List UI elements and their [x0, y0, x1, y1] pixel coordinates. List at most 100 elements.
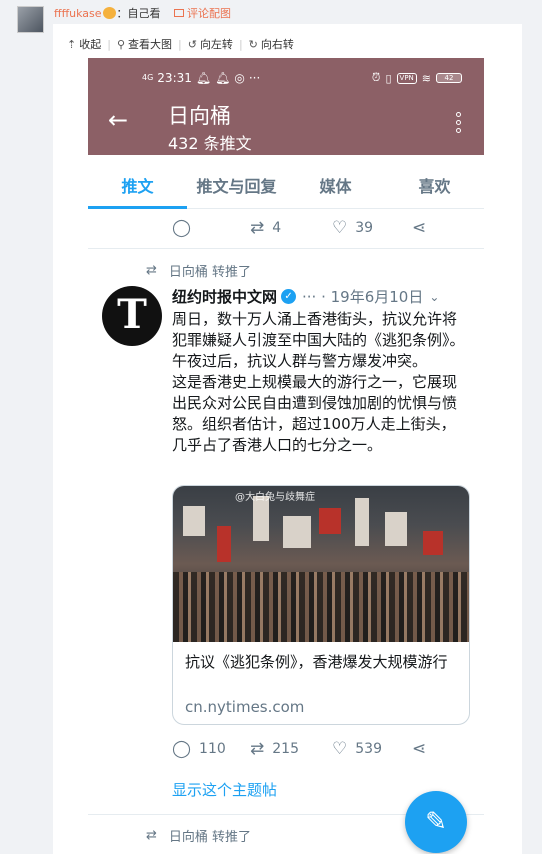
rotate-left-label: 向左转: [199, 38, 233, 51]
image-toolbar: ⇡ 收起 | ⚲ 查看大图 | ↺ 向左转 | ↻ 向右转: [67, 36, 294, 52]
rotate-left-button[interactable]: ↺ 向左转: [188, 36, 233, 52]
tweet-text: 周日，数十万人涌上香港街头，抗议允许将犯罪嫌疑人引渡至中国大陆的《逃犯条例》。午…: [172, 309, 470, 456]
rotate-right-icon: ↻: [248, 37, 258, 51]
reply-icon: ◯: [172, 218, 192, 238]
reply-count: 110: [199, 741, 226, 757]
rotate-right-button[interactable]: ↻ 向右转: [249, 36, 294, 52]
retweet-button[interactable]: ⇄ 4: [250, 218, 332, 238]
collapse-label: 收起: [79, 38, 102, 51]
heart-icon: ♡: [332, 218, 348, 238]
magnifier-icon: ⚲: [116, 37, 125, 51]
protest-sign: [385, 512, 407, 546]
profile-tabs: 推文 推文与回复 媒体 喜欢: [88, 155, 484, 209]
crowd: [173, 572, 469, 642]
retweet-icon: ⇄: [250, 218, 265, 238]
card-domain: cn.nytimes.com: [185, 698, 305, 716]
rotate-right-label: 向右转: [260, 38, 294, 51]
protest-sign: [183, 506, 205, 536]
share-button[interactable]: ⋖: [412, 218, 434, 238]
wechat-icon: ◎: [234, 71, 245, 85]
reply-button[interactable]: ◯ 110: [172, 739, 250, 759]
tab-likes[interactable]: 喜欢: [385, 155, 484, 208]
comment-pic-link[interactable]: 评论配图: [174, 7, 231, 20]
like-count: 39: [355, 220, 374, 236]
tweet-paragraph: 这是香港史上规模最大的游行之一，它展现出民众对公民自由遭到侵蚀加剧的忧惧与愤怒。…: [172, 373, 458, 454]
toolbar-separator: |: [238, 37, 243, 51]
compose-tweet-button[interactable]: ✎: [405, 791, 467, 853]
protest-sign: [319, 508, 341, 534]
card-title: 抗议《逃犯条例》，香港爆发大规模游行: [185, 653, 448, 671]
feather-icon: ✎: [425, 807, 447, 837]
prev-tweet-actions: ◯ ⇄ 4 ♡ 39 ⋖: [172, 218, 434, 238]
notification-bell-icon: 🔔︎: [195, 71, 212, 85]
tweet-header: 纽约时报中文网 ✓ ··· · 19年6月10日 ⌄: [172, 286, 439, 307]
protest-sign: [355, 498, 369, 546]
toolbar-separator: |: [178, 37, 182, 51]
share-button[interactable]: ⋖: [412, 739, 434, 759]
retweet-button[interactable]: ⇄ 215: [250, 739, 332, 759]
chevron-down-icon[interactable]: ⌄: [429, 290, 439, 304]
toolbar-separator: |: [107, 37, 111, 51]
retweet-count: 4: [272, 220, 282, 236]
collapse-icon: ⇡: [67, 37, 77, 51]
tweet-meta: ··· · 19年6月10日: [302, 288, 424, 306]
tab-tweets-replies[interactable]: 推文与回复: [187, 155, 286, 208]
view-large-label: 查看大图: [128, 38, 172, 51]
profile-header: 4G 23:31 🔔︎ 🔔︎ ◎ ··· ⏰︎ ▯ VPN ≋ 42 ← 日向桶…: [88, 58, 484, 155]
emoji-icon: [102, 7, 116, 19]
status-time: 23:31: [157, 71, 192, 85]
retweet-count: 215: [272, 741, 299, 757]
reply-button[interactable]: ◯: [172, 218, 250, 238]
status-bar: 4G 23:31 🔔︎ 🔔︎ ◎ ··· ⏰︎ ▯ VPN ≋ 42: [88, 71, 484, 87]
tab-media[interactable]: 媒体: [286, 155, 385, 208]
heart-icon: ♡: [332, 739, 348, 759]
retweet-indicator[interactable]: ⇄ 日向桶 转推了: [146, 826, 251, 845]
retweet-icon: ⇄: [250, 739, 265, 759]
more-options-icon[interactable]: [456, 112, 461, 136]
show-thread-link[interactable]: 显示这个主题帖: [172, 779, 277, 800]
collapse-button[interactable]: ⇡ 收起: [67, 36, 101, 52]
protest-sign: [217, 526, 231, 562]
status-more: ···: [248, 71, 261, 85]
vibrate-icon: ▯: [385, 71, 392, 85]
card-image: @大白兔与歧舞症: [173, 486, 469, 642]
like-button[interactable]: ♡ 539: [332, 739, 412, 759]
alarm-icon: ⏰︎: [371, 71, 381, 84]
tweet-count: 432 条推文: [168, 134, 252, 153]
profile-name: 日向桶: [168, 104, 231, 128]
author-avatar[interactable]: T: [102, 286, 162, 346]
retweet-icon: ⇄: [146, 828, 157, 843]
back-arrow-icon[interactable]: ←: [108, 108, 128, 132]
rotate-left-icon: ↺: [187, 37, 197, 51]
retweet-indicator[interactable]: ⇄ 日向桶 转推了: [146, 261, 251, 280]
tweet-paragraph: 周日，数十万人涌上香港街头，抗议允许将犯罪嫌疑人引渡至中国大陆的《逃犯条例》。午…: [172, 310, 465, 370]
commenter-avatar[interactable]: [17, 6, 44, 33]
share-icon: ⋖: [412, 739, 427, 759]
comment-pic-label: 评论配图: [187, 7, 232, 20]
signal-label: 4G: [142, 73, 154, 82]
reply-icon: ◯: [172, 739, 192, 759]
comment-line: ffffukase ：自己看 评论配图: [54, 5, 231, 21]
commenter-username[interactable]: ffffukase: [54, 7, 102, 20]
phone-screenshot[interactable]: 4G 23:31 🔔︎ 🔔︎ ◎ ··· ⏰︎ ▯ VPN ≋ 42 ← 日向桶…: [88, 58, 484, 854]
retweet-indicator-text: 日向桶 转推了: [168, 830, 252, 845]
view-large-button[interactable]: ⚲ 查看大图: [117, 36, 172, 52]
comment-text: ：自己看: [116, 7, 161, 20]
like-count: 539: [355, 741, 382, 757]
wifi-icon: ≋: [421, 71, 431, 85]
tab-tweets[interactable]: 推文: [88, 155, 187, 209]
tweet-divider: [88, 248, 484, 249]
retweet-icon: ⇄: [146, 263, 157, 278]
link-card[interactable]: @大白兔与歧舞症 抗议《逃犯条例》，香港爆发大规模游行 cn.nytimes.c…: [172, 485, 470, 725]
image-icon: [174, 9, 185, 17]
author-name[interactable]: 纽约时报中文网: [172, 286, 277, 307]
retweet-indicator-text: 日向桶 转推了: [168, 265, 252, 280]
battery-icon: 42: [436, 73, 462, 83]
tweet-actions: ◯ 110 ⇄ 215 ♡ 539 ⋖: [172, 739, 434, 759]
protest-sign: [283, 516, 311, 548]
share-icon: ⋖: [412, 218, 427, 238]
vpn-badge: VPN: [396, 72, 417, 84]
image-watermark: @大白兔与歧舞症: [235, 492, 315, 503]
verified-badge-icon: ✓: [281, 289, 297, 304]
like-button[interactable]: ♡ 39: [332, 218, 412, 238]
